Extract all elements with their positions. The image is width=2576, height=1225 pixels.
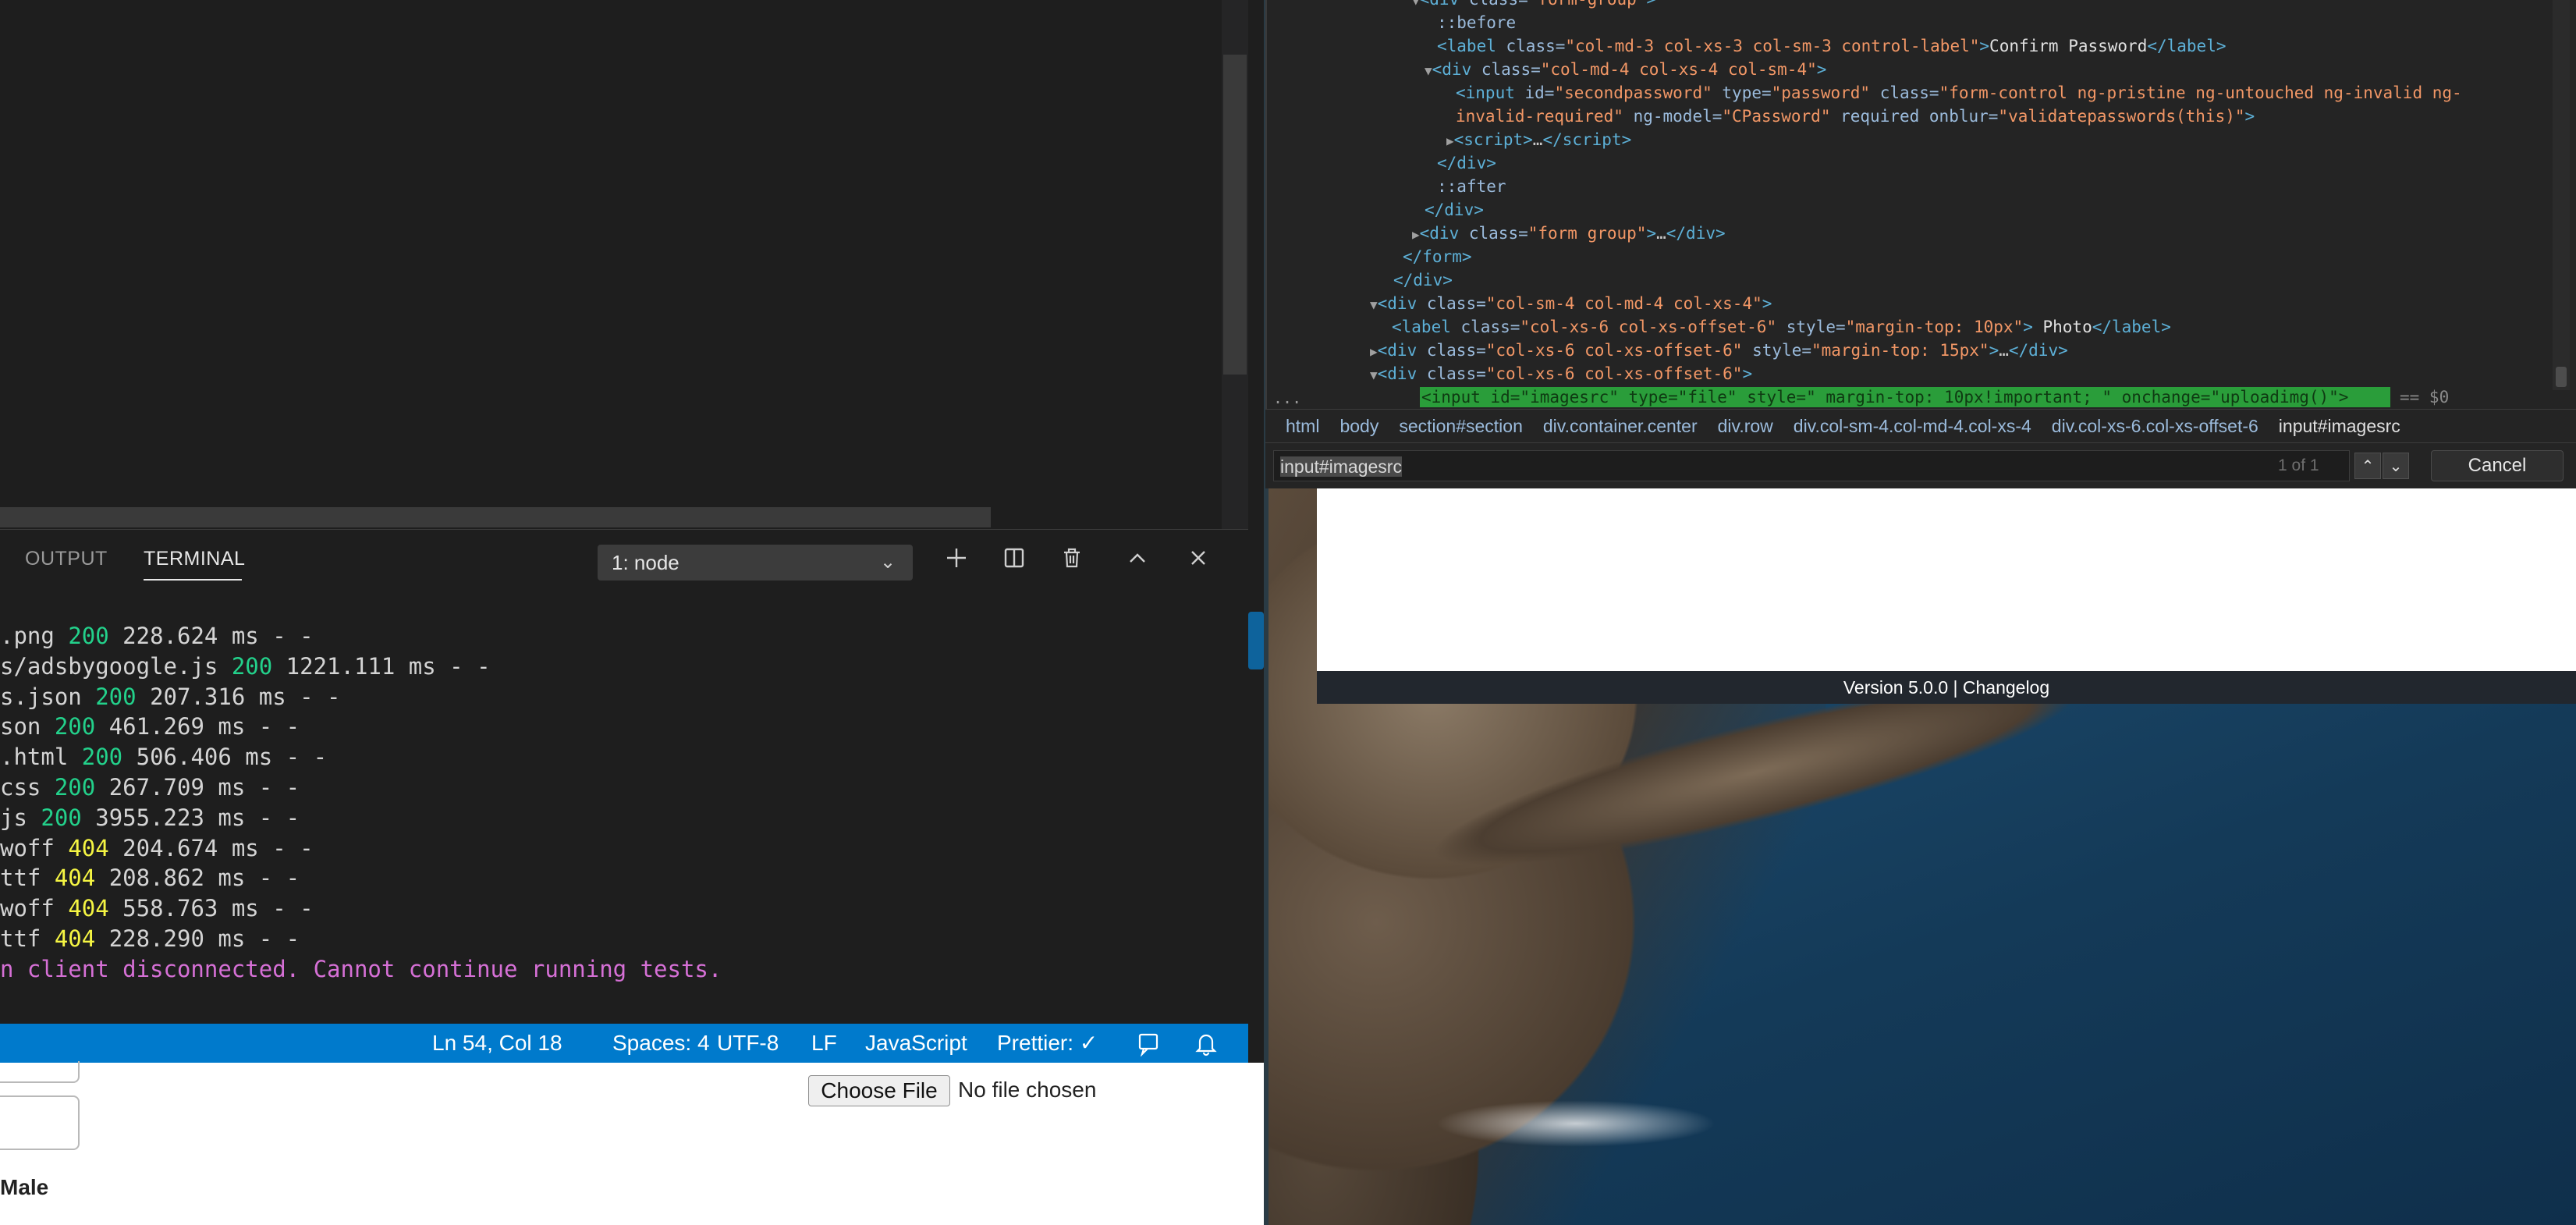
dom-node-line[interactable]: <label class="col-md-3 col-xs-3 col-sm-3… [1437, 34, 2227, 58]
chevron-up-icon: ⌃ [2361, 458, 2375, 475]
terminal-line: son 200 461.269 ms - - [0, 713, 300, 740]
terminal-line: woff 404 558.763 ms - - [0, 895, 314, 922]
terminal-line: .html 200 506.406 ms - - [0, 744, 328, 771]
dom-node-line[interactable]: <label class="col-xs-6 col-xs-offset-6" … [1392, 315, 2171, 339]
status-eol[interactable]: LF [811, 1024, 837, 1063]
terminal-line: s/adsbygoogle.js 200 1221.111 ms - - [0, 652, 491, 680]
trash-icon[interactable] [1056, 546, 1088, 577]
dom-node-line[interactable]: ::before [1437, 11, 1516, 34]
dom-node-line[interactable]: </div> [1425, 198, 1484, 222]
search-match-count: 1 of 1 [2278, 456, 2319, 474]
terminal-line: ttf 404 208.862 ms - - [0, 865, 300, 892]
status-prettier[interactable]: Prettier: ✓ [997, 1024, 1098, 1063]
active-tab-indicator [144, 579, 242, 581]
status-encoding[interactable]: UTF-8 [717, 1024, 779, 1063]
selected-node[interactable]: <input id="imagesrc" type="file" style="… [1421, 386, 2348, 408]
dom-node-line[interactable]: ▶<script>…</script> [1446, 128, 1631, 153]
dom-node-line[interactable]: </form> [1403, 245, 1472, 268]
dom-node-line[interactable]: ▼<div class="col-xs-6 col-xs-offset-6"> [1370, 362, 1752, 387]
breadcrumb-item[interactable]: div.row [1718, 416, 1773, 436]
chevron-down-icon: ⌄ [880, 552, 896, 573]
terminal-output[interactable]: .png 200 228.624 ms - - s/adsbygoogle.js … [0, 621, 1248, 996]
code-editor[interactable] [0, 0, 1248, 529]
terminal-line: s.json 200 207.316 ms - - [0, 683, 341, 710]
editor-horizontal-scrollbar[interactable] [0, 507, 991, 527]
breadcrumb-item[interactable]: input#imagesrc [2279, 416, 2400, 436]
console-ref: == $0 [2400, 388, 2450, 407]
terminal-line: woff 404 204.674 ms - - [0, 834, 314, 861]
dom-node-line[interactable]: ::after [1437, 175, 1506, 198]
dom-node-line[interactable]: ▶<div class="col-xs-6 col-xs-offset-6" s… [1370, 339, 2068, 364]
terminal-line: .png 200 228.624 ms - - [0, 623, 314, 649]
web-page-area [1317, 484, 2576, 671]
terminal-line: css 200 267.709 ms - - [0, 774, 300, 801]
plus-icon[interactable] [941, 546, 972, 577]
elements-scrollbar-thumb[interactable] [2556, 367, 2567, 387]
status-language[interactable]: JavaScript [865, 1024, 967, 1063]
form-input[interactable] [0, 1095, 80, 1150]
file-status-text: No file chosen [958, 1078, 1097, 1102]
search-next-button[interactable]: ⌄ [2383, 453, 2409, 479]
close-icon[interactable] [1183, 546, 1214, 577]
terminal-line: ttf 404 228.290 ms - - [0, 925, 300, 952]
dom-node-line[interactable]: invalid-required" ng-model="CPassword" r… [1456, 105, 2255, 128]
status-bar: Ln 54, Col 18 Spaces: 4 UTF-8 LF JavaScr… [0, 1024, 1248, 1063]
elements-scrollbar[interactable] [2553, 0, 2570, 390]
elements-tree[interactable]: ▼<div class="form-group">::before<label … [1265, 0, 2553, 389]
dom-node-line[interactable]: <input id="secondpassword" type="passwor… [1456, 81, 2462, 105]
search-query: input#imagesrc [1280, 456, 1402, 477]
breadcrumb-item[interactable]: body [1339, 416, 1378, 436]
search-prev-button[interactable]: ⌃ [2354, 453, 2381, 479]
terminal-selector[interactable]: 1: node [598, 545, 913, 581]
breadcrumb-item[interactable]: div.container.center [1543, 416, 1698, 436]
dom-breadcrumb: html body section#section div.container.cen… [1265, 409, 2576, 443]
form-input[interactable] [0, 1061, 80, 1083]
dom-node-line[interactable]: ▼<div class="col-md-4 col-xs-4 col-sm-4"… [1425, 58, 1826, 83]
breadcrumb-item[interactable]: div.col-xs-6.col-xs-offset-6 [2052, 416, 2258, 436]
node-ellipsis[interactable]: ... [1273, 389, 1301, 407]
terminal-line: js 200 3955.223 ms - - [0, 804, 300, 831]
breadcrumb-item[interactable]: div.col-sm-4.col-md-4.col-xs-4 [1794, 416, 2031, 436]
status-indentation[interactable]: Spaces: 4 [612, 1024, 710, 1063]
breadcrumb-item[interactable]: html [1286, 416, 1319, 436]
choose-file-button[interactable]: Choose File [808, 1075, 950, 1106]
elements-search-input[interactable]: input#imagesrc [1273, 450, 2350, 481]
search-cancel-button[interactable]: Cancel [2431, 450, 2564, 481]
dom-node-line[interactable]: </div> [1437, 151, 1496, 175]
breadcrumb-item[interactable]: section#section [1399, 416, 1523, 436]
gender-label: Male [0, 1175, 49, 1199]
chevron-up-icon[interactable] [1122, 546, 1153, 577]
dom-node-line[interactable]: ▼<div class="col-sm-4 col-md-4 col-xs-4"… [1370, 292, 1772, 317]
chevron-down-icon: ⌄ [2389, 458, 2403, 475]
dom-node-line[interactable]: ▶<div class="form group">…</div> [1412, 222, 1726, 247]
wallpaper-foam [1435, 1100, 1716, 1147]
status-cursor-position[interactable]: Ln 54, Col 18 [432, 1024, 562, 1063]
tab-output[interactable]: OUTPUT [25, 548, 108, 570]
window-edge [1248, 612, 1264, 669]
version-footer[interactable]: Version 5.0.0 | Changelog [1317, 671, 2576, 704]
dom-node-line[interactable]: </div> [1393, 268, 1453, 292]
editor-scrollbar-thumb[interactable] [1223, 55, 1247, 375]
terminal-line: n client disconnected. Cannot continue r… [0, 955, 722, 982]
split-icon[interactable] [999, 546, 1030, 577]
tab-terminal[interactable]: TERMINAL [144, 548, 245, 570]
